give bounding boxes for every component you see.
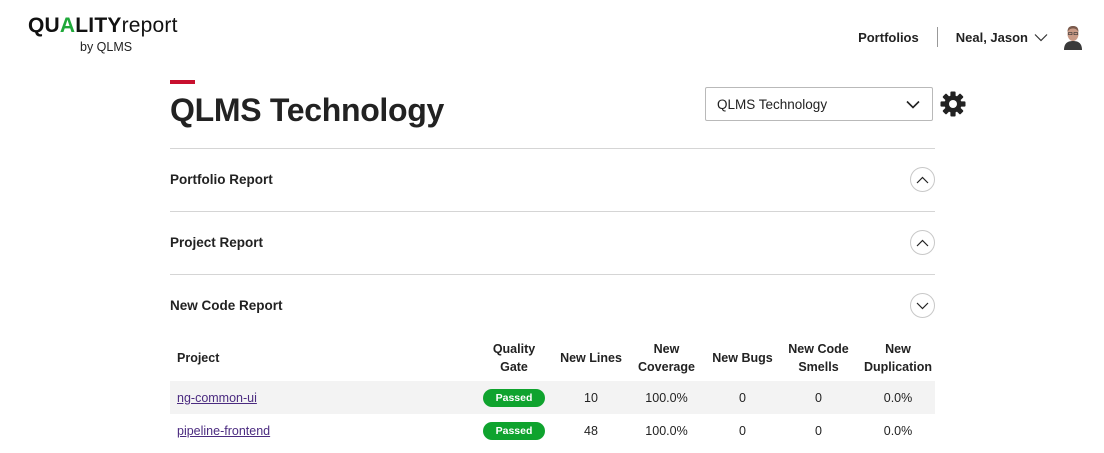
header-line: New (885, 342, 911, 356)
logo-wordmark: QUALITYreport (28, 14, 178, 38)
status-badge: Passed (483, 421, 545, 440)
user-menu[interactable]: Neal, Jason (956, 30, 1048, 45)
cell-new-lines: 10 (558, 381, 624, 414)
column-header-project[interactable]: Project (170, 335, 470, 381)
table-row: pipeline-frontend Passed 48 100.0% 0 0 0… (170, 414, 935, 447)
cell-new-code-smells: 0 (776, 381, 861, 414)
cell-project: ng-common-ui (170, 381, 470, 414)
header-line: Smells (798, 360, 839, 374)
header-line: New Code (788, 342, 849, 356)
logo-text-qu: QU (28, 14, 60, 37)
column-header-new-coverage[interactable]: New Coverage (624, 335, 709, 381)
section-title: Portfolio Report (170, 172, 273, 187)
cell-new-duplication: 0.0% (861, 381, 935, 414)
chevron-down-icon (906, 100, 920, 109)
project-link[interactable]: pipeline-frontend (177, 424, 270, 438)
cell-new-duplication: 0.0% (883, 423, 913, 438)
portfolio-select-value: QLMS Technology (717, 96, 828, 112)
header-line: Quality (492, 342, 536, 356)
chevron-down-icon (1034, 33, 1048, 41)
header-line: Duplication (863, 360, 933, 374)
header-line: Coverage (638, 360, 695, 374)
portfolio-select[interactable]: QLMS Technology (705, 87, 933, 121)
cell-new-code-smells: 0 (815, 423, 822, 438)
new-code-table: Project Quality Gate New Lines New Coverag… (170, 335, 935, 447)
app-logo[interactable]: QUALITYreport by QLMS (28, 14, 178, 54)
logo-text-report: report (121, 14, 178, 37)
nav-divider (936, 27, 938, 47)
chevron-down-icon (916, 302, 929, 309)
status-badge: Passed (483, 388, 545, 407)
gear-icon[interactable] (940, 91, 966, 117)
header-line: New (653, 342, 680, 356)
cell-quality-gate: Passed (470, 414, 558, 447)
cell-new-coverage: 100.0% (624, 381, 709, 414)
table-row: ng-common-ui Passed 10 100.0% 0 0 0.0% (170, 381, 935, 414)
cell-new-bugs: 0 (739, 423, 746, 438)
cell-new-coverage: 100.0% (645, 423, 688, 438)
chevron-up-icon (916, 239, 929, 246)
section-title: New Code Report (170, 298, 283, 313)
cell-new-lines: 48 (584, 423, 598, 438)
table-header-row: Project Quality Gate New Lines New Coverag… (170, 335, 935, 381)
section-toggle[interactable] (910, 167, 935, 192)
cell-project: pipeline-frontend (170, 414, 470, 447)
top-navigation: Portfolios Neal, Jason (858, 22, 1084, 52)
column-header-new-lines[interactable]: New Lines (558, 335, 624, 381)
section-portfolio-report[interactable]: Portfolio Report (170, 148, 935, 210)
column-header-new-code-smells[interactable]: New Code Smells (776, 335, 861, 381)
logo-text-a: A (59, 14, 76, 37)
section-new-code-report[interactable]: New Code Report (170, 274, 935, 336)
page-title: QLMS Technology (170, 92, 445, 128)
column-header-new-bugs[interactable]: New Bugs (709, 335, 776, 381)
section-toggle[interactable] (910, 293, 935, 318)
header-line: Gate (500, 360, 528, 374)
logo-text-lity: LITY (75, 14, 122, 37)
chevron-up-icon (916, 176, 929, 183)
logo-subtitle: by QLMS (80, 40, 133, 54)
column-header-new-duplication[interactable]: New Duplication (861, 335, 935, 381)
title-accent-bar (170, 80, 195, 84)
section-project-report[interactable]: Project Report (170, 211, 935, 273)
user-name: Neal, Jason (955, 29, 1028, 45)
column-header-quality-gate[interactable]: Quality Gate (470, 335, 558, 381)
portfolios-link[interactable]: Portfolios (858, 30, 919, 45)
project-link[interactable]: ng-common-ui (177, 391, 257, 405)
cell-new-bugs: 0 (709, 381, 776, 414)
avatar[interactable] (1062, 24, 1084, 50)
section-title: Project Report (170, 235, 264, 250)
section-toggle[interactable] (910, 230, 935, 255)
cell-quality-gate: Passed (470, 381, 558, 414)
